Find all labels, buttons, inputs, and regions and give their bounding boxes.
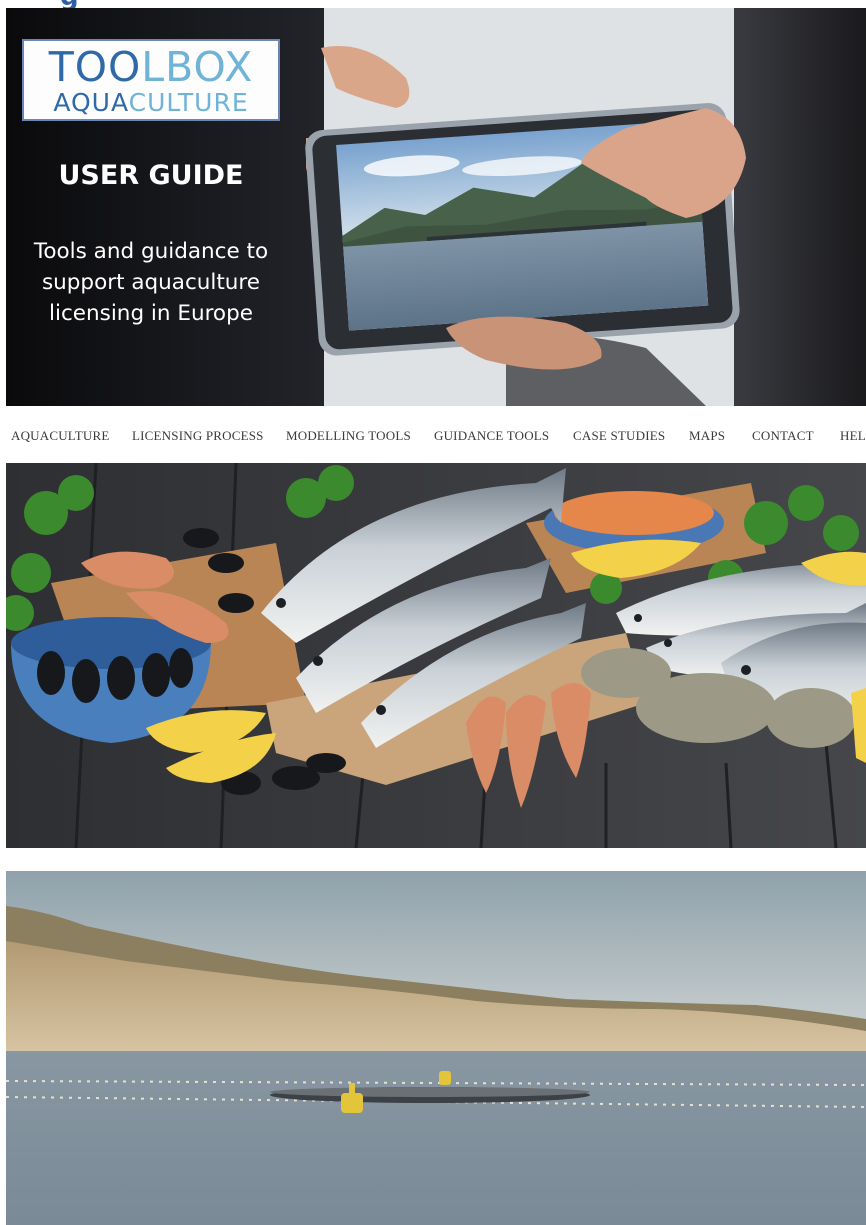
heading-fragment: g <box>60 0 80 8</box>
page-top-strip: g <box>0 0 866 8</box>
nav-item-contact[interactable]: CONTACT <box>752 428 814 444</box>
seafood-illustration <box>6 463 866 848</box>
main-navigation: AQUACULTURE LICENSING PROCESS MODELLING … <box>0 406 866 463</box>
nav-item-guidance-tools[interactable]: GUIDANCE TOOLS <box>434 428 549 444</box>
hero-title: USER GUIDE <box>58 160 244 191</box>
logo-line-aquaculture: AQUACULTURE <box>53 88 249 117</box>
nav-item-licensing-process[interactable]: LICENSING PROCESS <box>132 428 264 444</box>
hero-subtitle-line: support aquaculture <box>41 270 261 295</box>
logo-line-toolbox: TOOLBOX <box>48 43 254 91</box>
nav-item-case-studies[interactable]: CASE STUDIES <box>573 428 665 444</box>
hero-subtitle-line: Tools and guidance to <box>33 239 269 264</box>
nav-item-help[interactable]: HELP <box>840 428 866 444</box>
hero-subtitle: Tools and guidance to support aquacultur… <box>6 236 296 329</box>
hero-subtitle-line: licensing in Europe <box>49 301 253 326</box>
seafood-photo <box>6 463 866 848</box>
fish-farm-photo <box>6 871 866 1225</box>
fish-farm-illustration <box>6 871 866 1225</box>
toolbox-aquaculture-logo[interactable]: TOOLBOX AQUACULTURE <box>22 39 280 121</box>
nav-item-modelling-tools[interactable]: MODELLING TOOLS <box>286 428 411 444</box>
nav-item-aquaculture[interactable]: AQUACULTURE <box>11 428 110 444</box>
hero-banner: TOOLBOX AQUACULTURE USER GUIDE Tools and… <box>6 8 866 406</box>
nav-item-maps[interactable]: MAPS <box>689 428 725 444</box>
